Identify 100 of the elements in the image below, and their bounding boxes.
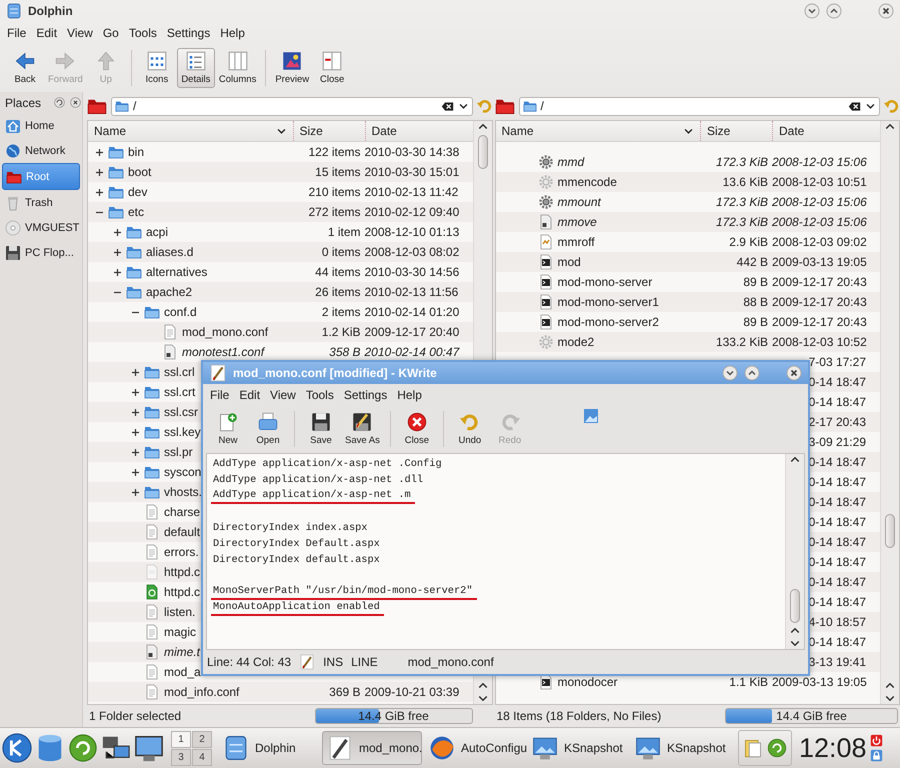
file-size: 1.2 KiB [320, 325, 362, 339]
file-size: 1.1 KiB [728, 675, 769, 689]
file-date: 3-09 21:29 [808, 435, 867, 449]
file-date: 2009-10-21 03:39 [364, 685, 460, 699]
file-size: 442 B [736, 255, 769, 269]
code-line: MonoServerPath "/usr/bin/mod-mono-server2" [211, 584, 477, 600]
free-space-label: 14.4 GiB free [776, 709, 847, 723]
file-name: mod_info.conf [164, 685, 240, 699]
status-text: 18 Items (18 Folders, No Files) [496, 709, 662, 723]
code-line: DirectoryIndex Default.aspx [212, 537, 381, 551]
insert-mode: INS [323, 655, 344, 669]
file-name: monotest1.conf [182, 345, 264, 359]
file-date: 2010-02-14 01:20 [364, 305, 460, 319]
window-title: mod_mono.conf [modified] - KWrite [233, 366, 438, 380]
file-size: 44 items [314, 265, 362, 279]
file-name: errors. [164, 545, 199, 559]
file-name: mime.t [164, 645, 200, 659]
panel-title: Places [5, 96, 42, 110]
file-name: mmove [558, 215, 597, 229]
file-size: 122 items [307, 145, 362, 159]
file-size: 358 B [328, 345, 362, 359]
file-size: 272 items [307, 205, 362, 219]
file-size: 2.9 KiB [728, 235, 769, 249]
file-size: 172.3 KiB [714, 215, 769, 229]
file-name: listen. [164, 605, 196, 619]
window-title: Dolphin [28, 4, 74, 18]
file-date: 2009-12-17 20:43 [772, 295, 868, 309]
code-line: AddType application/x-asp-net .Config [212, 457, 443, 471]
file-date: 2-17 20:43 [808, 415, 867, 429]
file-date: 2009-12-17 20:43 [772, 315, 868, 329]
file-name: mod_mono.conf [408, 655, 494, 669]
file-name: mmroff [558, 235, 595, 249]
status-text: 1 Folder selected [89, 709, 182, 723]
file-name: mod [558, 255, 581, 269]
file-date: 2008-12-03 08:02 [364, 245, 460, 259]
file-name: conf.d [164, 305, 197, 319]
file-size: 13.6 KiB [722, 175, 769, 189]
file-date: 2010-03-30 14:56 [364, 265, 460, 279]
file-name: mod-mono-server2 [558, 315, 659, 329]
file-size: 0 items [320, 245, 362, 259]
file-name: ssl.crt [164, 385, 196, 399]
code-line: DirectoryIndex index.aspx [212, 521, 368, 535]
file-name: mod-mono-server [558, 275, 652, 289]
file-date: 2009-12-17 20:40 [364, 325, 460, 339]
file-date: 2009-03-13 19:05 [772, 675, 868, 689]
file-name: monodocer [558, 675, 618, 689]
file-name: mod-mono-server1 [558, 295, 659, 309]
file-name: ssl.key [164, 425, 201, 439]
file-date: 2010-03-30 15:01 [364, 165, 460, 179]
file-name: boot [128, 165, 152, 179]
file-name: mmd [558, 155, 584, 169]
file-date: 2010-02-13 11:56 [364, 285, 460, 299]
file-size: 133.2 KiB [714, 335, 769, 349]
file-size: 88 B [742, 295, 769, 309]
file-size: 15 items [314, 165, 362, 179]
file-name: syscon [164, 465, 202, 479]
file-name: ssl.csr [164, 405, 198, 419]
file-date: 2010-02-13 11:42 [364, 185, 460, 199]
file-date: 3-13 19:41 [808, 655, 867, 669]
file-name: etc [128, 205, 144, 219]
file-size: 172.3 KiB [714, 155, 769, 169]
file-size: 1 item [326, 225, 362, 239]
file-date: 2010-03-30 14:38 [364, 145, 460, 159]
file-size: 89 B [742, 275, 769, 289]
file-name: mod_a [164, 665, 201, 679]
file-name: default [164, 525, 200, 539]
cursor-position: Line: 44 Col: 43 [207, 655, 292, 669]
file-name: dev [128, 185, 148, 199]
file-name: mod_mono.conf [182, 325, 268, 339]
file-date: 2008-12-03 10:51 [772, 175, 868, 189]
file-name: magic [164, 625, 196, 639]
file-size: 210 items [307, 185, 362, 199]
file-date: 2008-12-03 09:02 [772, 235, 868, 249]
file-date: 2010-02-12 09:40 [364, 205, 460, 219]
code-line: AddType application/x-asp-net .m [211, 488, 415, 504]
clock: 12:08 [799, 732, 867, 764]
file-name: mmencode [558, 175, 617, 189]
file-date: 2008-12-03 10:52 [772, 335, 868, 349]
file-size: 89 B [742, 315, 769, 329]
file-size: 26 items [314, 285, 362, 299]
file-name: alternatives [146, 265, 208, 279]
file-name: vhosts. [164, 485, 202, 499]
file-name: ssl.pr [164, 445, 193, 459]
file-name: httpd.c [164, 565, 200, 579]
file-name: ssl.crl [164, 365, 195, 379]
file-name: charse [164, 505, 200, 519]
file-size: 369 B [328, 685, 362, 699]
code-line: MonoAutoApplication enabled [211, 600, 384, 616]
file-date: 2008-12-03 15:06 [772, 215, 868, 229]
code-line: AddType application/x-asp-net .dll [212, 473, 424, 487]
file-name: mode2 [558, 335, 594, 349]
code-line: DirectoryIndex default.aspx [212, 553, 381, 567]
file-name: httpd.c [164, 585, 200, 599]
file-name: mmount [558, 195, 601, 209]
file-date: 2009-12-17 20:43 [772, 275, 868, 289]
file-date: 2008-12-03 15:06 [772, 195, 868, 209]
file-date: 2009-03-13 19:05 [772, 255, 868, 269]
file-size: 172.3 KiB [714, 195, 769, 209]
file-date: 4-10 18:57 [808, 615, 867, 629]
file-name: aliases.d [146, 245, 194, 259]
